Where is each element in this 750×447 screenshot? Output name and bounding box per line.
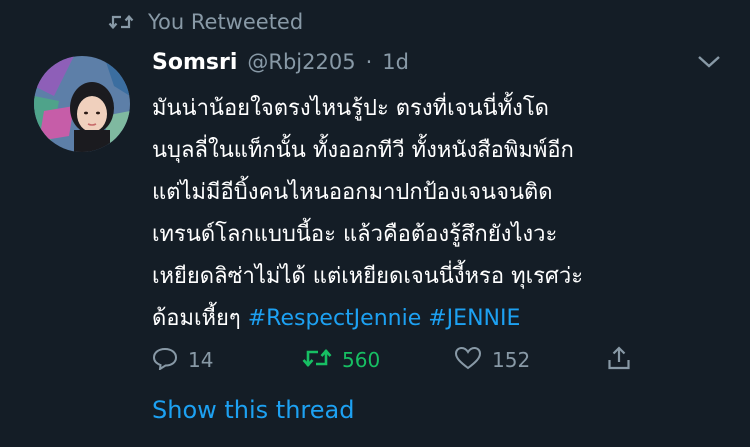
hashtag-respectjennie[interactable]: #RespectJennie xyxy=(248,306,422,331)
retweet-count: 560 xyxy=(342,348,381,372)
tweet-header: Somsri @Rbj2205 · 1d xyxy=(152,50,409,82)
retweet-icon xyxy=(108,13,134,31)
tweet-actions: 14 560 152 xyxy=(152,340,632,380)
heart-icon xyxy=(454,346,482,375)
show-thread-link[interactable]: Show this thread xyxy=(152,396,354,424)
avatar[interactable] xyxy=(34,56,130,152)
author-name[interactable]: Somsri xyxy=(152,50,237,75)
tweet-text-line: เทรนด์โลกแบบนี้อะ แล้วคือต้องรู้สึกยังไง… xyxy=(152,222,558,247)
tweet-text-line: นบุลลี่ในแท็กนั้น ทั้งออกทีวี ทั้งหนังสื… xyxy=(152,138,574,163)
tweet-time[interactable]: 1d xyxy=(382,50,409,74)
retweet-banner: You Retweeted xyxy=(108,8,303,36)
retweet-button[interactable]: 560 xyxy=(302,347,380,374)
tweet-text-line: เหยียดลิซ่าไม่ได้ แต่เหยียดเจนนี่งี้หรอ … xyxy=(152,264,584,289)
reply-icon xyxy=(152,346,178,375)
tweet-text: มันน่าน้อยใจตรงไหนรู้ปะ ตรงที่เจนนี่ทั้ง… xyxy=(152,88,737,340)
retweet-banner-label: You Retweeted xyxy=(148,10,304,34)
tweet-text-last-line: ด้อมเหี้ยๆ #RespectJennie #JENNIE xyxy=(152,298,737,340)
chevron-down-icon[interactable] xyxy=(696,54,722,74)
hashtag-jennie[interactable]: #JENNIE xyxy=(428,306,520,331)
author-handle[interactable]: @Rbj2205 xyxy=(247,50,355,74)
like-count: 152 xyxy=(492,348,531,372)
reply-count: 14 xyxy=(188,348,214,372)
retweet-icon xyxy=(302,347,332,374)
share-button[interactable] xyxy=(607,345,631,376)
separator-dot: · xyxy=(365,50,373,74)
share-icon xyxy=(607,345,631,376)
reply-button[interactable]: 14 xyxy=(152,346,213,375)
tweet-text-line: มันน่าน้อยใจตรงไหนรู้ปะ ตรงที่เจนนี่ทั้ง… xyxy=(152,96,549,121)
tweet-text-segment: ด้อมเหี้ยๆ xyxy=(152,306,241,331)
tweet-text-line: แต่ไม่มีอีบิ้งคนไหนออกมาปกป้องเจนจนติด xyxy=(152,180,553,205)
like-button[interactable]: 152 xyxy=(454,346,530,375)
